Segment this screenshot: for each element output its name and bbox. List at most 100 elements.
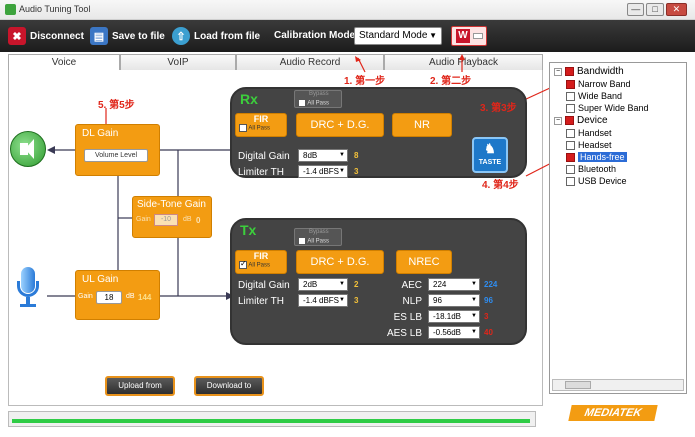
rx-digital-gain-label: Digital Gain bbox=[238, 151, 290, 162]
device-checkbox[interactable] bbox=[565, 116, 574, 125]
ul-gain-input[interactable]: 18 bbox=[96, 291, 122, 304]
taste-label: TASTE bbox=[478, 159, 502, 166]
tree-handset[interactable]: Handset bbox=[566, 128, 612, 138]
side-tone-block[interactable]: Side-Tone Gain Gain -10 dB 0 bbox=[132, 196, 212, 238]
aes-lb-number: 40 bbox=[484, 328, 493, 337]
aes-lb-value: -0.56dB bbox=[433, 328, 462, 337]
narrow-band-checkbox[interactable] bbox=[566, 79, 575, 89]
aec-select[interactable]: 224 ▼ bbox=[428, 278, 480, 291]
rx-allpass-checkbox[interactable] bbox=[298, 99, 306, 107]
es-lb-label: ES LB bbox=[393, 312, 422, 323]
tree-super-wide-band[interactable]: Super Wide Band bbox=[566, 103, 649, 113]
chevron-down-icon: ▼ bbox=[471, 313, 477, 319]
aec-value: 224 bbox=[433, 280, 447, 289]
tx-digital-gain-label: Digital Gain bbox=[238, 280, 290, 291]
tx-digital-gain-select[interactable]: 2dB ▼ bbox=[298, 278, 348, 291]
tree-wide-band[interactable]: Wide Band bbox=[566, 91, 622, 101]
rx-nr-button[interactable]: NR bbox=[392, 113, 452, 137]
config-tree: − Bandwidth Narrow Band Wide Band Super W… bbox=[549, 62, 687, 394]
tx-fir-allpass-checkbox[interactable]: ✓ bbox=[239, 259, 247, 269]
rx-fir-allpass-label: All Pass bbox=[248, 125, 271, 132]
microphone-icon bbox=[14, 267, 44, 313]
tx-allpass-checkbox[interactable] bbox=[298, 237, 306, 245]
rx-limiter-label: Limiter TH bbox=[238, 167, 284, 178]
rx-drc-button[interactable]: DRC + D.G. bbox=[296, 113, 384, 137]
tx-allpass-top-label: All Pass bbox=[307, 238, 330, 245]
taste-icon: ♞ bbox=[484, 141, 496, 156]
nlp-select[interactable]: 96 ▼ bbox=[428, 294, 480, 307]
side-tone-gain-input[interactable]: -10 bbox=[154, 214, 178, 226]
ul-gain-label: Gain bbox=[78, 293, 93, 300]
side-tone-gain-label: Gain bbox=[136, 216, 151, 223]
tree-bandwidth[interactable]: − Bandwidth bbox=[554, 66, 624, 77]
tree-usb-device[interactable]: USB Device bbox=[566, 176, 627, 186]
tree-bluetooth[interactable]: Bluetooth bbox=[566, 164, 616, 174]
ul-gain-title: UL Gain bbox=[82, 274, 119, 285]
tree-device-label: Device bbox=[577, 115, 608, 126]
rx-fir-allpass-checkbox[interactable] bbox=[239, 124, 247, 132]
taste-button[interactable]: ♞ TASTE bbox=[472, 137, 508, 173]
annotation-step3: 3. 第3步 bbox=[480, 103, 517, 114]
rx-limiter-select[interactable]: -1.4 dBFS ▼ bbox=[298, 165, 348, 178]
es-lb-select[interactable]: -18.1dB ▼ bbox=[428, 310, 480, 323]
usb-device-checkbox[interactable] bbox=[566, 176, 575, 186]
tx-nrec-button[interactable]: NREC bbox=[396, 250, 452, 274]
tx-bypass-label: Bypass bbox=[309, 229, 329, 235]
dl-gain-title: DL Gain bbox=[82, 128, 119, 139]
es-lb-number: 3 bbox=[484, 312, 489, 321]
hands-free-checkbox[interactable] bbox=[566, 152, 575, 162]
upload-from-device-button[interactable]: Upload from Device bbox=[105, 376, 175, 406]
tx-bypass-group[interactable]: Bypass All Pass bbox=[294, 228, 342, 246]
rx-allpass-top-label: All Pass bbox=[307, 100, 330, 107]
side-tone-unit: dB bbox=[183, 216, 192, 223]
wide-band-checkbox[interactable] bbox=[566, 91, 575, 101]
rx-digital-gain-select[interactable]: 8dB ▼ bbox=[298, 149, 348, 162]
tx-fir-block[interactable]: FIR ✓ All Pass bbox=[235, 250, 287, 274]
chevron-down-icon: ▼ bbox=[339, 168, 345, 174]
rx-digital-gain-number: 8 bbox=[354, 151, 359, 160]
tx-panel: Tx Bypass All Pass FIR ✓ All Pass DRC + … bbox=[230, 218, 527, 345]
rx-digital-gain-value: 8dB bbox=[303, 151, 318, 160]
headset-checkbox[interactable] bbox=[566, 140, 575, 150]
handset-checkbox[interactable] bbox=[566, 128, 575, 138]
super-wide-band-checkbox[interactable] bbox=[566, 103, 575, 113]
ul-gain-block[interactable]: UL Gain Gain 18 dB 144 bbox=[75, 270, 160, 320]
aec-label: AEC bbox=[401, 280, 422, 291]
tx-digital-gain-value: 2dB bbox=[303, 280, 318, 289]
nlp-label: NLP bbox=[402, 296, 422, 307]
collapse-icon[interactable]: − bbox=[554, 67, 562, 76]
annotation-step1: 1. 第一步 bbox=[344, 76, 386, 87]
collapse-icon[interactable]: − bbox=[554, 116, 562, 125]
dl-gain-block[interactable]: DL Gain Volume Level bbox=[75, 124, 160, 176]
handset-label: Handset bbox=[578, 128, 612, 138]
tree-narrow-band[interactable]: Narrow Band bbox=[566, 79, 631, 89]
download-to-device-button[interactable]: Download to Device bbox=[194, 376, 264, 406]
rx-bypass-label: Bypass bbox=[309, 91, 329, 97]
aes-lb-select[interactable]: -0.56dB ▼ bbox=[428, 326, 480, 339]
es-lb-value: -18.1dB bbox=[433, 312, 462, 321]
horizontal-scrollbar[interactable] bbox=[552, 379, 684, 391]
tx-drc-button[interactable]: DRC + D.G. bbox=[296, 250, 384, 274]
ul-gain-number: 144 bbox=[138, 293, 152, 302]
headset-label: Headset bbox=[578, 140, 612, 150]
rx-bypass-group[interactable]: Bypass All Pass bbox=[294, 90, 342, 108]
side-tone-title: Side-Tone Gain bbox=[137, 199, 206, 210]
scrollbar-thumb[interactable] bbox=[565, 381, 591, 389]
tx-limiter-number: 3 bbox=[354, 296, 359, 305]
hands-free-label: Hands-free bbox=[578, 152, 627, 162]
tree-headset[interactable]: Headset bbox=[566, 140, 612, 150]
bluetooth-checkbox[interactable] bbox=[566, 164, 575, 174]
tree-hands-free[interactable]: Hands-free bbox=[566, 152, 627, 162]
volume-level-button[interactable]: Volume Level bbox=[84, 149, 148, 162]
bandwidth-checkbox[interactable] bbox=[565, 67, 574, 76]
tx-title: Tx bbox=[240, 222, 257, 238]
chevron-down-icon: ▼ bbox=[339, 281, 345, 287]
tree-device[interactable]: − Device bbox=[554, 115, 608, 126]
nlp-value: 96 bbox=[433, 296, 442, 305]
tx-fir-allpass-label: All Pass bbox=[248, 262, 271, 269]
rx-fir-block[interactable]: FIR All Pass bbox=[235, 113, 287, 137]
tx-limiter-select[interactable]: -1.4 dBFS ▼ bbox=[298, 294, 348, 307]
chevron-down-icon: ▼ bbox=[339, 152, 345, 158]
chevron-down-icon: ▼ bbox=[471, 297, 477, 303]
ul-gain-unit: dB bbox=[126, 293, 135, 300]
